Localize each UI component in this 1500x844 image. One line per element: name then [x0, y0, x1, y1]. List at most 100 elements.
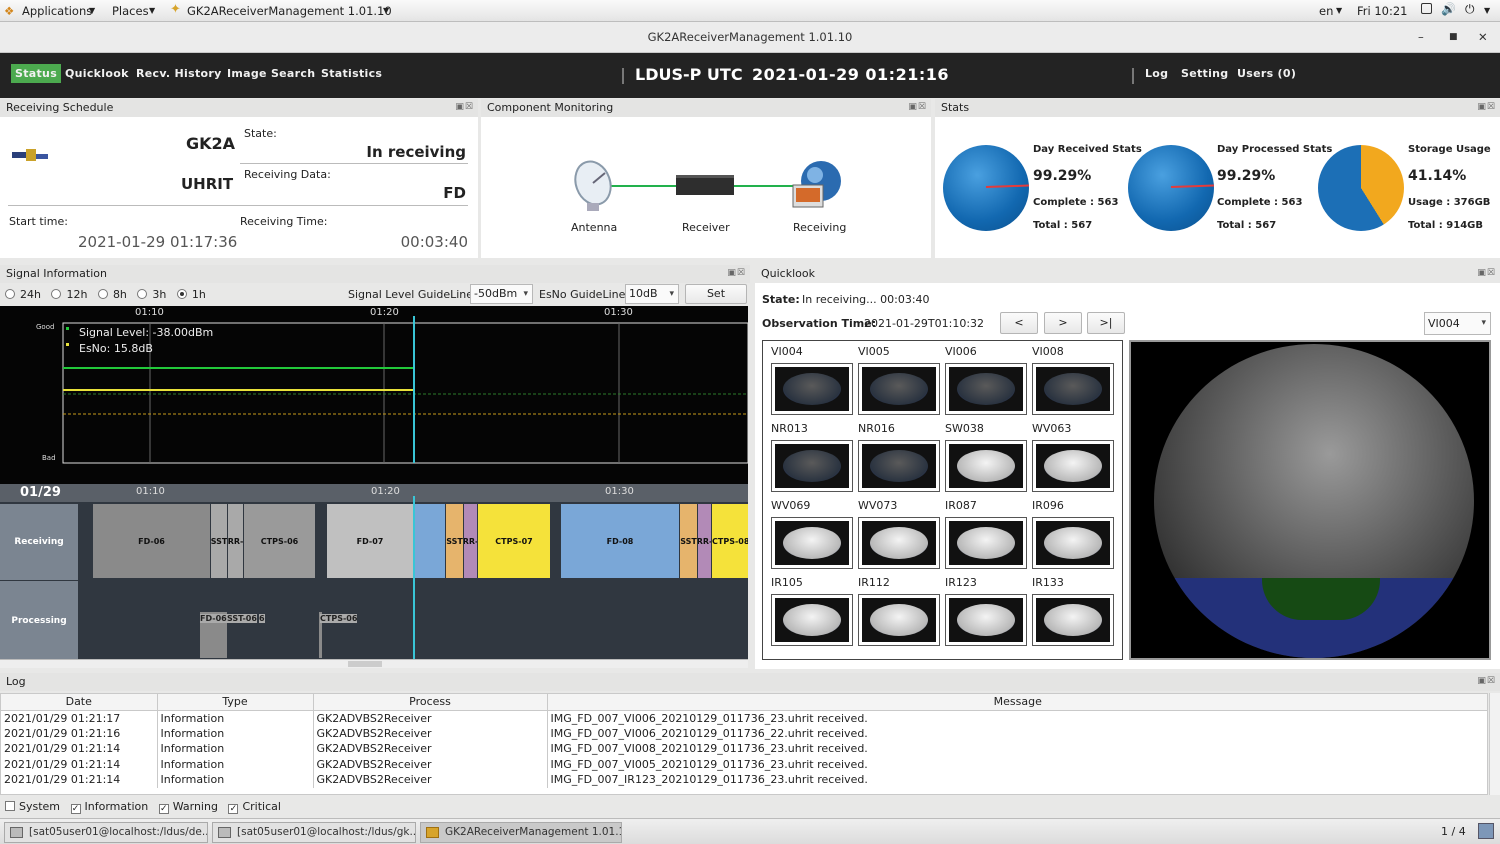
schedule-block[interactable]: CTPS-06 — [244, 504, 315, 578]
panel-controls[interactable]: ▣☒ — [455, 102, 474, 112]
tab-image-search[interactable]: Image Search — [227, 67, 315, 80]
tab-recv-history[interactable]: Recv. History — [136, 67, 222, 80]
schedule-block[interactable]: RR- — [464, 504, 477, 578]
schedule-block[interactable]: FD-07 — [327, 504, 413, 578]
channel-thumbnail[interactable] — [771, 363, 853, 415]
channel-thumbnail[interactable] — [771, 517, 853, 569]
esno-guideline-select[interactable]: 10dB — [625, 284, 679, 304]
channel-thumbnail[interactable] — [858, 440, 940, 492]
range-12h[interactable]: 12h — [51, 288, 87, 301]
col-message[interactable]: Message — [547, 694, 1487, 711]
channel-thumbnail[interactable] — [1032, 517, 1114, 569]
schedule-block[interactable]: SST — [446, 504, 463, 578]
power-icon[interactable]: ⏻ — [1465, 2, 1475, 17]
channel-select[interactable]: VI004 — [1424, 312, 1491, 335]
schedule-block[interactable]: CTPS-08 — [712, 504, 748, 578]
screen-icon[interactable] — [1421, 3, 1432, 14]
processing-label[interactable]: 6 — [259, 614, 265, 623]
filter-information[interactable]: ✓ Information — [70, 800, 148, 814]
channel-thumbnail[interactable] — [858, 363, 940, 415]
timeline-scrollbar[interactable] — [0, 659, 748, 668]
panel-controls[interactable]: ▣☒ — [1477, 676, 1496, 686]
channel-thumbnail[interactable] — [1032, 363, 1114, 415]
schedule-block[interactable]: FD-08 — [561, 504, 679, 578]
filter-system[interactable]: System — [5, 800, 60, 813]
maximize-button[interactable]: ■ — [1449, 22, 1458, 52]
processing-label[interactable]: FD-06 — [200, 614, 227, 623]
filter-warning[interactable]: ✓ Warning — [158, 800, 218, 814]
tab-status[interactable]: Status — [11, 64, 62, 83]
chevron-down-icon[interactable]: ▼ — [1484, 6, 1490, 15]
language-menu[interactable]: en — [1319, 4, 1333, 18]
processing-label[interactable]: CTPS-06 — [320, 614, 358, 623]
log-button[interactable]: Log — [1145, 67, 1168, 80]
taskbar-item-active[interactable]: GK2AReceiverManagement 1.01.10 — [420, 822, 622, 843]
setting-button[interactable]: Setting — [1181, 67, 1228, 80]
log-message: IMG_FD_007_VI008_20210129_011736_23.uhri… — [547, 741, 1487, 757]
range-24h[interactable]: 24h — [5, 288, 41, 301]
channel-thumbnail[interactable] — [945, 517, 1027, 569]
channel-label: NR013 — [771, 422, 808, 435]
col-date[interactable]: Date — [1, 694, 158, 711]
schedule-block[interactable]: CTPS-07 — [478, 504, 550, 578]
minimize-button[interactable]: – — [1418, 22, 1424, 52]
range-8h[interactable]: 8h — [97, 288, 127, 301]
channel-thumbnail[interactable] — [858, 517, 940, 569]
filter-critical[interactable]: ✓ Critical — [228, 800, 281, 814]
taskbar-item[interactable]: [sat05user01@localhost:/ldus/gk... — [212, 822, 416, 843]
thumbnail-grid: VI004 VI005 VI006 VI008 NR013 NR016 SW038 WV063… — [762, 340, 1123, 660]
volume-icon[interactable]: 🔊 — [1441, 2, 1456, 16]
channel-thumbnail[interactable] — [1032, 594, 1114, 646]
schedule-block[interactable]: SST — [680, 504, 697, 578]
schedule-block[interactable]: SST — [211, 504, 227, 578]
tab-statistics[interactable]: Statistics — [321, 67, 382, 80]
schedule-block[interactable]: RR- — [228, 504, 243, 578]
scrollbar-thumb[interactable] — [348, 661, 382, 667]
full-disk-image[interactable] — [1129, 340, 1491, 660]
panel-controls[interactable]: ▣☒ — [1477, 268, 1496, 278]
ql-state-label: State: — [762, 293, 800, 306]
log-row[interactable]: 2021/01/29 01:21:16 Information GK2ADVBS2R… — [1, 725, 1487, 741]
channel-thumbnail[interactable] — [771, 594, 853, 646]
col-process[interactable]: Process — [313, 694, 548, 711]
prev-button[interactable]: < — [1000, 312, 1038, 334]
workspace-icon[interactable] — [1478, 823, 1494, 839]
schedule-block[interactable]: RR- — [698, 504, 711, 578]
panel-controls[interactable]: ▣☒ — [1477, 102, 1496, 112]
log-row[interactable]: 2021/01/29 01:21:14 Information GK2ADVBS2R… — [1, 741, 1487, 757]
channel-thumbnail[interactable] — [1032, 440, 1114, 492]
workspace-pager[interactable]: 1 / 4 — [1441, 825, 1466, 838]
log-scrollbar[interactable] — [1489, 693, 1500, 795]
panel-controls[interactable]: ▣☒ — [727, 268, 746, 278]
log-row[interactable]: 2021/01/29 01:21:14 Information GK2ADVBS2R… — [1, 772, 1487, 788]
taskbar-item[interactable]: [sat05user01@localhost:/ldus/de... — [4, 822, 208, 843]
channel-thumbnail[interactable] — [945, 440, 1027, 492]
next-button[interactable]: > — [1044, 312, 1082, 334]
active-window-menu[interactable]: GK2AReceiverManagement 1.01.10 — [187, 4, 392, 18]
log-row[interactable]: 2021/01/29 01:21:14 Information GK2ADVBS2R… — [1, 756, 1487, 772]
channel-thumbnail[interactable] — [945, 594, 1027, 646]
range-3h[interactable]: 3h — [137, 288, 166, 301]
places-menu[interactable]: Places — [112, 4, 149, 18]
processing-label[interactable]: SST-06 — [227, 614, 257, 623]
tab-quicklook[interactable]: Quicklook — [65, 67, 129, 80]
set-button[interactable]: Set — [685, 284, 747, 304]
channel-thumbnail[interactable] — [771, 440, 853, 492]
clock[interactable]: Fri 10:21 — [1357, 4, 1408, 18]
schedule-block[interactable] — [414, 504, 445, 578]
last-button[interactable]: >| — [1087, 312, 1125, 334]
row-label-processing: Processing — [0, 581, 78, 660]
range-1h[interactable]: 1h — [176, 288, 206, 301]
applications-menu[interactable]: Applications — [22, 4, 92, 18]
col-type[interactable]: Type — [157, 694, 314, 711]
signal-guideline-select[interactable]: -50dBm — [470, 284, 533, 304]
schedule-block[interactable]: FD-06 — [93, 504, 210, 578]
channel-thumbnail[interactable] — [858, 594, 940, 646]
panel-controls[interactable]: ▣☒ — [908, 102, 927, 112]
users-button[interactable]: Users (0) — [1237, 67, 1296, 80]
legend-swatch — [66, 327, 69, 330]
y-label-good: Good — [36, 323, 55, 331]
log-row[interactable]: 2021/01/29 01:21:17 Information GK2ADVBS2R… — [1, 710, 1487, 726]
close-button[interactable]: ✕ — [1478, 22, 1488, 52]
channel-thumbnail[interactable] — [945, 363, 1027, 415]
